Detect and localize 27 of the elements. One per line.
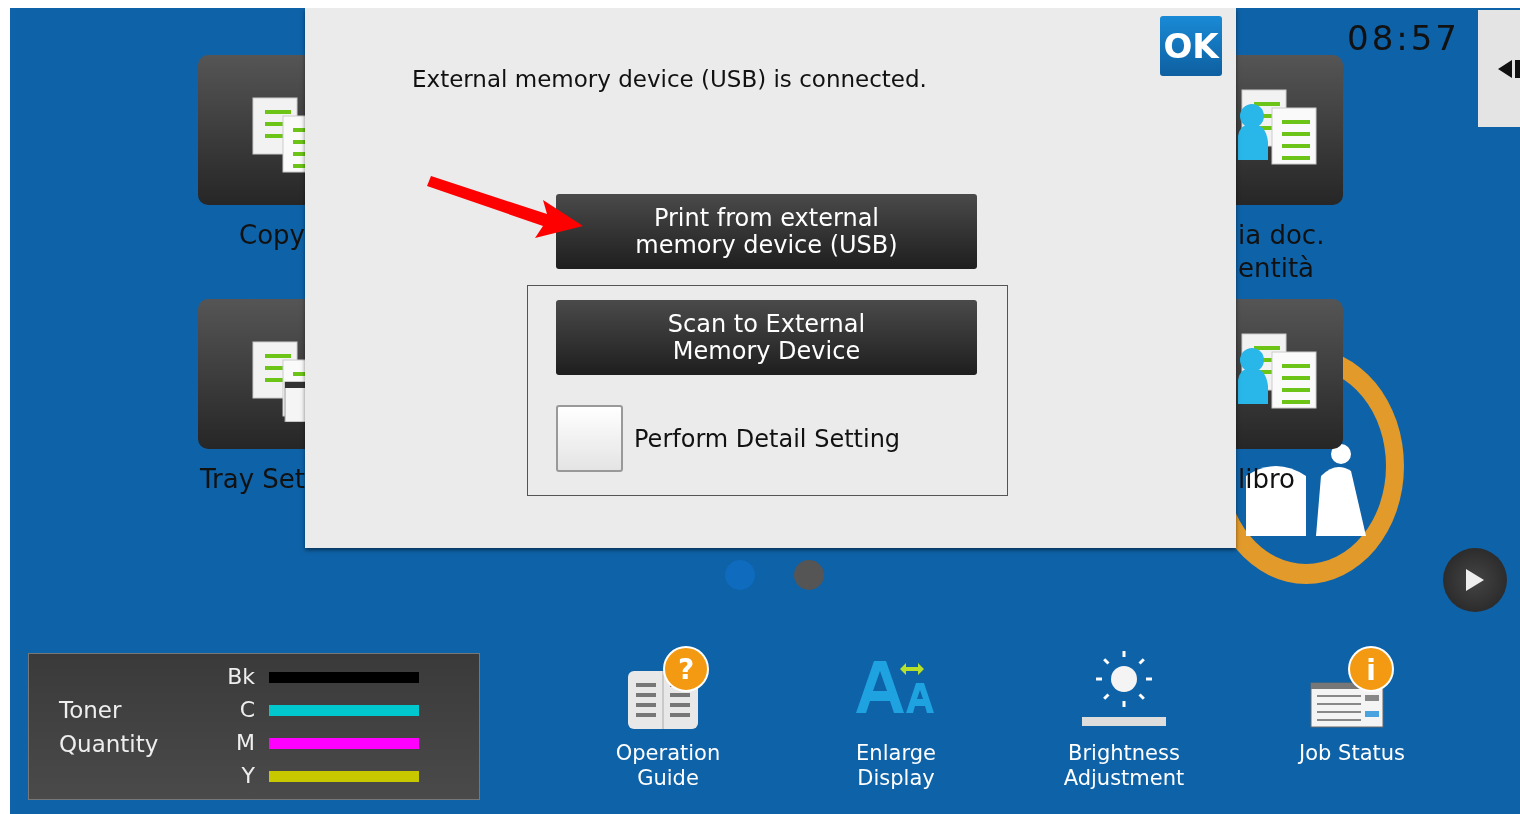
left-triangle-icon: [1498, 57, 1520, 80]
scan-usb-button[interactable]: Scan to External Memory Device: [556, 300, 977, 375]
tile-label: Tray Set: [199, 463, 305, 496]
play-triangle-icon: [1466, 569, 1484, 591]
page-dot[interactable]: [793, 560, 824, 590]
shortcut-button[interactable]: Brightness Adjustment: [1010, 645, 1238, 791]
app-tile[interactable]: [198, 299, 305, 449]
side-panel-tab[interactable]: [1478, 10, 1520, 127]
shortcut-button[interactable]: i Job Status: [1238, 645, 1466, 791]
checkbox-label: Perform Detail Setting: [634, 424, 901, 453]
shortcut-button[interactable]: Enlarge Display: [782, 645, 1010, 791]
shortcut-button[interactable]: ? Operation Guide: [554, 645, 782, 791]
toner-label: Bk: [226, 665, 255, 689]
toner-title: Toner Quantity: [59, 695, 160, 759]
toner-label: Y: [240, 764, 255, 788]
ok-button[interactable]: OK: [1160, 16, 1222, 76]
toner-label: C: [238, 698, 255, 722]
dialog-message: External memory device (USB) is connected.: [412, 66, 927, 92]
detail-checkbox[interactable]: [556, 405, 623, 472]
print-usb-button[interactable]: Print from external memory device (USB): [556, 194, 977, 269]
app-tile[interactable]: [198, 55, 305, 205]
tile-label: Copy: [239, 219, 305, 252]
toner-label: M: [235, 731, 255, 755]
app-tile[interactable]: [1236, 55, 1343, 205]
clock: 08:57: [1347, 18, 1460, 58]
app-tile[interactable]: [1236, 299, 1343, 449]
tile-label: ia doc. entità: [1238, 219, 1325, 285]
